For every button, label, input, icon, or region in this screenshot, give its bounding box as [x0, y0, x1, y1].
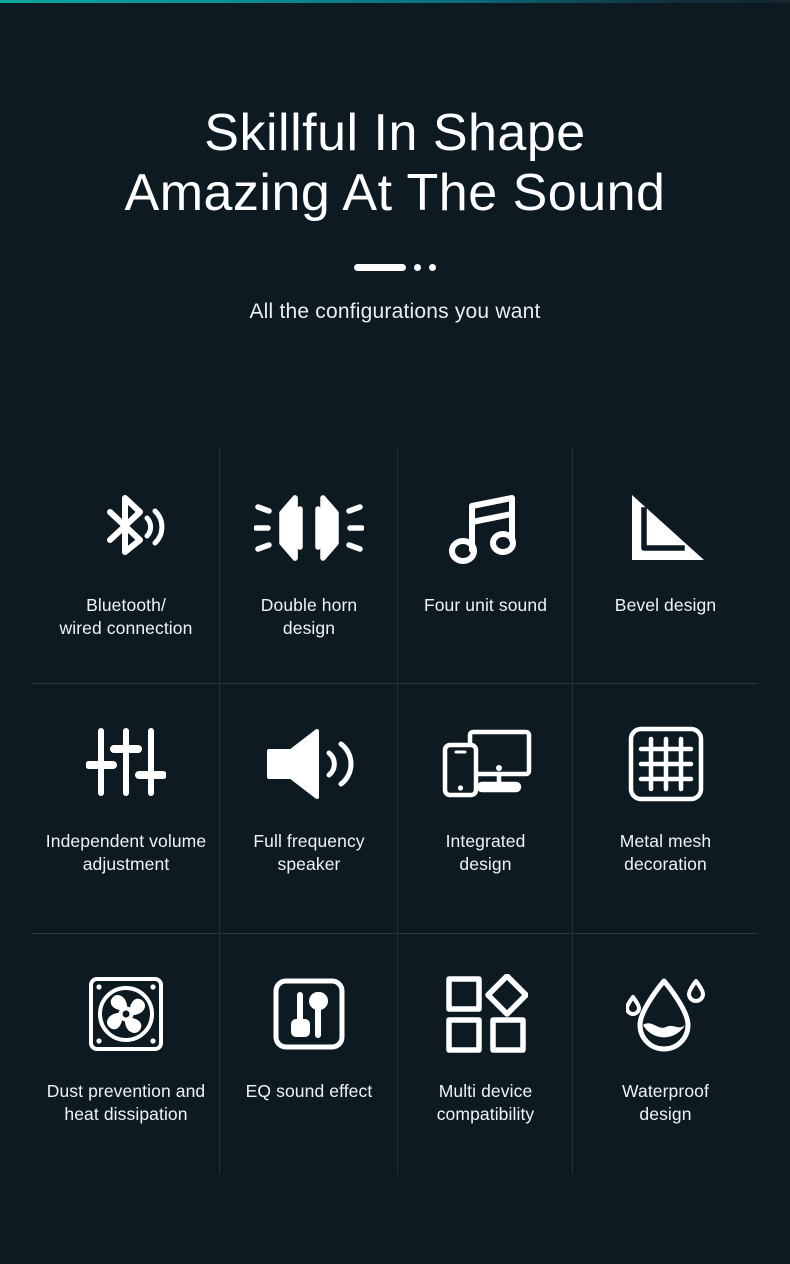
feature-grid: Bluetooth/ wired connection Double horn … — [32, 448, 758, 1174]
feature-cell-volume: Independent volume adjustment — [32, 684, 220, 934]
music-note-icon — [448, 476, 524, 580]
feature-label: Integrated design — [445, 831, 526, 875]
feature-cell-eq: EQ sound effect — [220, 934, 398, 1174]
hero-section: Skillful In Shape Amazing At The Sound A… — [0, 0, 790, 324]
top-accent-bar — [0, 0, 790, 3]
feature-label: Bevel design — [614, 595, 717, 615]
page-title-line-2: Amazing At The Sound — [124, 163, 666, 222]
feature-label: EQ sound effect — [245, 1081, 373, 1101]
page-subtitle: All the configurations you want — [249, 299, 541, 323]
feature-label: Multi device compatibility — [436, 1081, 535, 1125]
water-droplet-icon — [625, 962, 706, 1066]
page-title-line-1: Skillful In Shape — [204, 104, 586, 162]
feature-cell-bevel: Bevel design — [573, 448, 758, 684]
divider-dot-2 — [429, 264, 436, 272]
cooling-fan-icon — [87, 962, 165, 1066]
feature-cell-double-horn: Double horn design — [220, 448, 398, 684]
promo-page: Skillful In Shape Amazing At The Sound A… — [0, 0, 790, 1264]
feature-label: Independent volume adjustment — [45, 831, 207, 875]
feature-label: Bluetooth/ wired connection — [59, 595, 193, 639]
divider-dot-1 — [414, 264, 421, 272]
divider-bar — [354, 264, 406, 272]
monitor-phone-icon — [439, 712, 533, 816]
feature-cell-dust-heat: Dust prevention and heat dissipation — [32, 934, 220, 1174]
volume-sliders-icon — [86, 712, 166, 816]
feature-label: Full frequency speaker — [253, 831, 365, 875]
feature-cell-integrated: Integrated design — [398, 684, 573, 934]
multi-shapes-icon — [444, 962, 528, 1066]
feature-cell-bluetooth: Bluetooth/ wired connection — [32, 448, 220, 684]
double-horn-speaker-icon — [254, 476, 364, 580]
ornament-divider — [335, 262, 455, 274]
feature-cell-waterproof: Waterproof design — [573, 934, 758, 1174]
eq-equalizer-icon — [272, 962, 346, 1066]
feature-cell-full-frequency: Full frequency speaker — [220, 684, 398, 934]
feature-cell-multi-device: Multi device compatibility — [398, 934, 573, 1174]
page-title: Skillful In Shape Amazing At The Sound — [0, 104, 790, 224]
bluetooth-wireless-icon — [84, 476, 168, 580]
feature-label: Waterproof design — [622, 1081, 709, 1125]
speaker-waves-icon — [261, 712, 357, 816]
feature-cell-four-unit: Four unit sound — [398, 448, 573, 684]
feature-label: Four unit sound — [423, 595, 548, 615]
feature-cell-metal-mesh: Metal mesh decoration — [573, 684, 758, 934]
feature-label: Double horn design — [260, 595, 358, 639]
feature-label: Metal mesh decoration — [619, 831, 712, 875]
bevel-triangle-icon — [624, 476, 708, 580]
metal-mesh-grid-icon — [627, 712, 705, 816]
feature-label: Dust prevention and heat dissipation — [46, 1081, 206, 1125]
